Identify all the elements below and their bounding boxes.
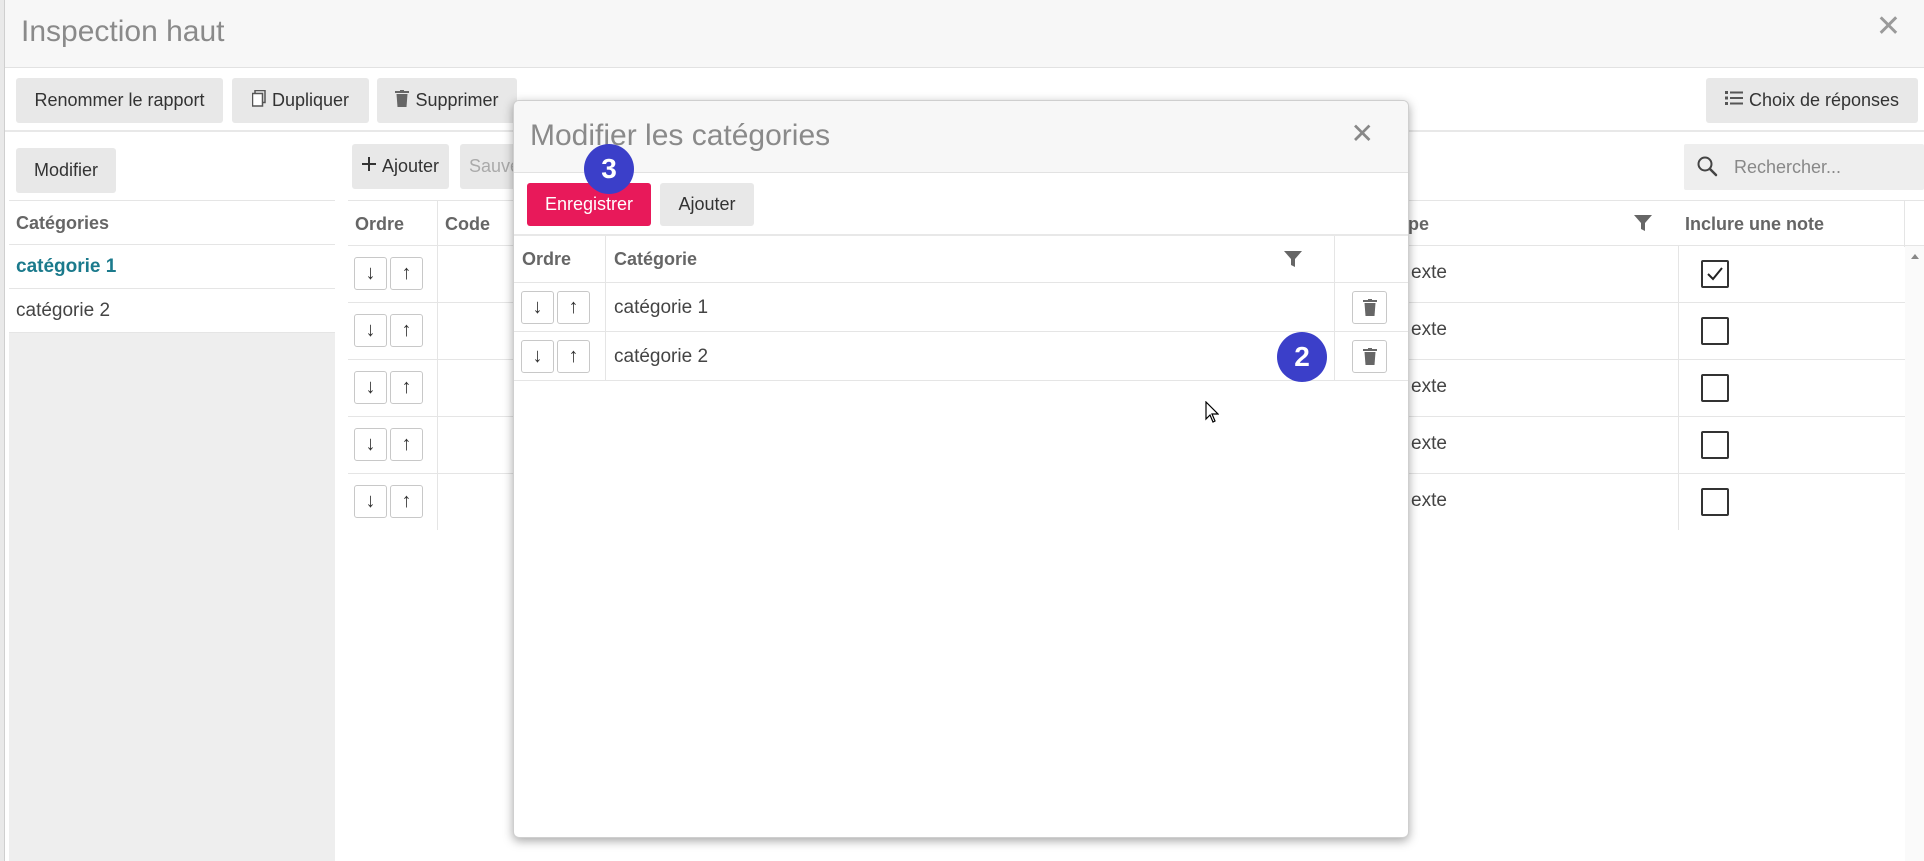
- column-order[interactable]: Ordre: [348, 201, 438, 247]
- copy-icon: [251, 89, 266, 112]
- modify-categories-button[interactable]: Modifier: [16, 148, 116, 193]
- move-down-arrow-icon[interactable]: ↓: [354, 257, 387, 290]
- dialog-column-order[interactable]: Ordre: [514, 236, 606, 283]
- edit-categories-dialog: Modifier les catégories ✕ Enregistrer Aj…: [513, 100, 1409, 838]
- move-up-arrow-icon[interactable]: ↑: [557, 340, 590, 373]
- save-button[interactable]: Enregistrer: [527, 183, 651, 226]
- column-include-note[interactable]: Inclure une note: [1678, 201, 1905, 247]
- delete-row-trash-icon[interactable]: [1352, 340, 1387, 373]
- row-divider: [1334, 332, 1335, 380]
- grid-scrollbar[interactable]: [1905, 246, 1924, 861]
- row-divider: [1678, 246, 1679, 302]
- plus-icon: [361, 157, 376, 176]
- row-type-cell: exte: [1411, 262, 1447, 283]
- row-divider: [1678, 474, 1679, 530]
- row-code-cell: [438, 246, 518, 302]
- row-code-cell: [438, 303, 518, 359]
- move-down-arrow-icon[interactable]: ↓: [354, 485, 387, 518]
- dialog-column-category[interactable]: Catégorie: [606, 236, 1335, 283]
- window-close-icon[interactable]: ✕: [1876, 12, 1901, 42]
- row-type-cell: exte: [1411, 376, 1447, 397]
- dialog-close-icon[interactable]: ✕: [1351, 117, 1374, 150]
- move-up-arrow-icon[interactable]: ↑: [390, 485, 423, 518]
- include-note-checkbox[interactable]: [1701, 260, 1729, 288]
- column-type-label: pe: [1408, 214, 1430, 234]
- delete-row-trash-icon[interactable]: [1352, 291, 1387, 324]
- duplicate-button[interactable]: Dupliquer: [232, 78, 369, 123]
- row-divider: [1678, 360, 1679, 416]
- row-order-cell: ↓ ↑: [348, 360, 438, 416]
- move-up-arrow-icon[interactable]: ↑: [390, 257, 423, 290]
- rename-report-label: Renommer le rapport: [34, 90, 205, 110]
- mouse-cursor-icon: [1205, 400, 1220, 428]
- grid-add-button[interactable]: Ajouter: [352, 144, 449, 189]
- move-down-arrow-icon[interactable]: ↓: [521, 340, 554, 373]
- list-item: ↓ ↑ catégorie 1: [514, 283, 1408, 332]
- row-code-cell: [438, 360, 518, 416]
- move-down-arrow-icon[interactable]: ↓: [521, 291, 554, 324]
- dialog-title: Modifier les catégories: [530, 119, 831, 152]
- move-down-arrow-icon[interactable]: ↓: [354, 314, 387, 347]
- categories-panel: Modifier Catégories catégorie 1 catégori…: [9, 134, 335, 861]
- category-item-2[interactable]: catégorie 2: [9, 289, 335, 333]
- row-type-cell: exte: [1411, 490, 1447, 511]
- dialog-category-name[interactable]: catégorie 1: [614, 297, 708, 319]
- row-type-cell: exte: [1411, 319, 1447, 340]
- dialog-header: Modifier les catégories ✕: [514, 101, 1408, 173]
- delete-report-button[interactable]: Supprimer: [377, 78, 517, 123]
- row-order-cell: ↓ ↑: [348, 474, 438, 530]
- row-type-cell: exte: [1411, 433, 1447, 454]
- dialog-row-order-cell: ↓ ↑: [514, 332, 606, 380]
- list-item: ↓ ↑ catégorie 2: [514, 332, 1408, 381]
- row-order-cell: ↓ ↑: [348, 303, 438, 359]
- search-input[interactable]: [1734, 152, 1914, 182]
- row-code-cell: [438, 417, 518, 473]
- include-note-checkbox[interactable]: [1701, 374, 1729, 402]
- include-note-checkbox[interactable]: [1701, 488, 1729, 516]
- answer-choices-label: Choix de réponses: [1748, 90, 1900, 110]
- move-down-arrow-icon[interactable]: ↓: [354, 428, 387, 461]
- column-code[interactable]: Code: [438, 201, 518, 247]
- modify-categories-label: Modifier: [33, 160, 99, 180]
- step-badge-3: 3: [584, 144, 634, 194]
- dialog-add-button[interactable]: Ajouter: [660, 183, 754, 226]
- include-note-checkbox[interactable]: [1701, 431, 1729, 459]
- dialog-category-filter-icon[interactable]: [1284, 250, 1302, 273]
- window-title: Inspection haut: [21, 15, 225, 48]
- search-box: [1684, 144, 1924, 190]
- list-icon: [1724, 91, 1743, 110]
- move-down-arrow-icon[interactable]: ↓: [354, 371, 387, 404]
- categories-panel-top: Modifier: [9, 134, 335, 200]
- column-type-filter-icon[interactable]: [1634, 214, 1652, 237]
- category-item-1[interactable]: catégorie 1: [9, 245, 335, 289]
- answer-choices-button[interactable]: Choix de réponses: [1706, 78, 1918, 123]
- grid-add-label: Ajouter: [381, 156, 440, 176]
- dialog-row-order-cell: ↓ ↑: [514, 283, 606, 331]
- dialog-toolbar: Enregistrer Ajouter: [514, 173, 1408, 236]
- rename-report-button[interactable]: Renommer le rapport: [16, 78, 223, 123]
- include-note-checkbox[interactable]: [1701, 317, 1729, 345]
- trash-icon: [395, 89, 410, 112]
- row-order-cell: ↓ ↑: [348, 417, 438, 473]
- categories-header: Catégories: [9, 200, 335, 245]
- step-badge-2: 2: [1277, 332, 1327, 382]
- move-up-arrow-icon[interactable]: ↑: [557, 291, 590, 324]
- row-divider: [1678, 417, 1679, 473]
- dialog-category-name[interactable]: catégorie 2: [614, 346, 708, 368]
- row-divider: [1678, 303, 1679, 359]
- dialog-grid-header: Ordre Catégorie: [514, 236, 1408, 283]
- move-up-arrow-icon[interactable]: ↑: [390, 371, 423, 404]
- row-divider: [1334, 283, 1335, 331]
- row-code-cell: [438, 474, 518, 530]
- window-titlebar: Inspection haut ✕: [5, 0, 1924, 68]
- search-icon: [1696, 155, 1718, 182]
- row-order-cell: ↓ ↑: [348, 246, 438, 302]
- move-up-arrow-icon[interactable]: ↑: [390, 314, 423, 347]
- move-up-arrow-icon[interactable]: ↑: [390, 428, 423, 461]
- duplicate-label: Dupliquer: [271, 90, 350, 110]
- delete-report-label: Supprimer: [415, 90, 499, 110]
